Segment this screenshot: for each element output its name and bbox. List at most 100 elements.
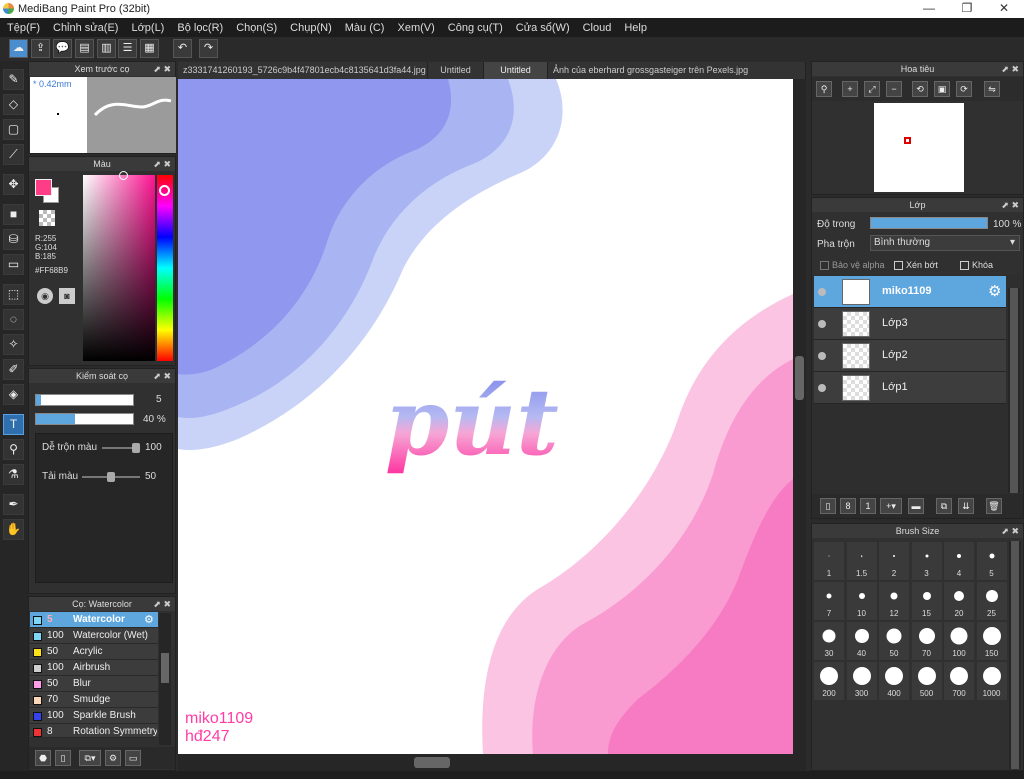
menu-cloud[interactable]: Cloud bbox=[583, 22, 612, 34]
brush-size-option[interactable]: 700 bbox=[944, 662, 974, 700]
brush-size-option[interactable]: 7 bbox=[814, 582, 844, 620]
brush-tool-icon[interactable]: ✎ bbox=[3, 69, 24, 90]
brush-size-option[interactable]: 30 bbox=[814, 622, 844, 660]
brush-size-option[interactable]: 300 bbox=[846, 662, 877, 700]
reload-track[interactable] bbox=[82, 472, 140, 482]
operation-tool-icon[interactable]: ⚲ bbox=[3, 439, 24, 460]
new-halftone-layer-icon[interactable]: 8 bbox=[840, 498, 856, 514]
panel-close-icon[interactable]: ⬈ ✖ bbox=[153, 62, 171, 76]
brush-opacity-slider[interactable] bbox=[35, 413, 134, 425]
h-scroll-thumb[interactable] bbox=[414, 757, 450, 768]
brush-size-option[interactable]: 1.5 bbox=[846, 542, 877, 580]
layer-blend-select[interactable]: Bình thường ▾ bbox=[870, 235, 1020, 251]
brush-new-icon[interactable]: ▯ bbox=[55, 750, 71, 766]
brush-size-option[interactable]: 12 bbox=[879, 582, 909, 620]
text-tool-icon[interactable]: T bbox=[3, 414, 24, 435]
brush-size-option[interactable]: 1 bbox=[814, 542, 844, 580]
color-history-icon[interactable]: ◙ bbox=[59, 288, 75, 304]
canvas-vertical-scrollbar[interactable] bbox=[793, 79, 806, 754]
protect-alpha-checkbox[interactable] bbox=[820, 261, 829, 270]
brush-size-scroll-thumb[interactable] bbox=[1011, 541, 1019, 769]
zoom-out-icon[interactable]: − bbox=[886, 81, 902, 97]
select-pen-icon[interactable]: ✐ bbox=[3, 359, 24, 380]
blend-knob[interactable] bbox=[132, 443, 140, 453]
hand-tool-icon[interactable]: ✋ bbox=[3, 519, 24, 540]
brush-size-option[interactable]: 70 bbox=[911, 622, 942, 660]
add-layer-menu-icon[interactable]: +▾ bbox=[880, 498, 902, 514]
maximize-button[interactable]: ❐ bbox=[950, 1, 984, 17]
rotate-right-icon[interactable]: ⟳ bbox=[956, 81, 972, 97]
brush-size-option[interactable]: 100 bbox=[944, 622, 974, 660]
lasso-icon[interactable]: ◌ bbox=[3, 309, 24, 330]
saturation-cursor[interactable] bbox=[119, 171, 128, 180]
brush-item-sparkle[interactable]: 100 Sparkle Brush bbox=[30, 708, 158, 724]
reset-view-icon[interactable]: ▣ bbox=[934, 81, 950, 97]
brush-size-option[interactable]: 10 bbox=[846, 582, 877, 620]
brush-size-option[interactable]: 4 bbox=[944, 542, 974, 580]
layer-row-lop1[interactable]: Lớp1 bbox=[814, 372, 1006, 404]
eye-icon[interactable] bbox=[818, 384, 826, 392]
brush-size-scrollbar[interactable] bbox=[1009, 541, 1021, 769]
fit-icon[interactable]: ⤢ bbox=[864, 81, 880, 97]
brush-item-watercolor[interactable]: 5 Watercolor ⚙ bbox=[30, 612, 158, 628]
brush-add-icon[interactable]: ⬣ bbox=[35, 750, 51, 766]
panel-close-icon[interactable]: ⬈ ✖ bbox=[1001, 198, 1019, 212]
layer-opacity-slider[interactable] bbox=[870, 217, 988, 229]
brush-item-watercolor-wet[interactable]: 100 Watercolor (Wet) bbox=[30, 628, 158, 644]
hue-cursor[interactable] bbox=[159, 185, 170, 196]
speech-bubble-icon[interactable]: 💬 bbox=[53, 39, 72, 58]
brush-size-option[interactable]: 1000 bbox=[976, 662, 1007, 700]
delete-layer-icon[interactable]: 🗑 bbox=[986, 498, 1002, 514]
layer-folder-icon[interactable]: ▬ bbox=[908, 498, 924, 514]
brush-size-option[interactable]: 500 bbox=[911, 662, 942, 700]
layer-row-lop3[interactable]: Lớp3 bbox=[814, 308, 1006, 340]
brush-item-acrylic[interactable]: 50 Acrylic bbox=[30, 644, 158, 660]
merge-layer-icon[interactable]: ⇊ bbox=[958, 498, 974, 514]
brush-item-smudge[interactable]: 70 Smudge bbox=[30, 692, 158, 708]
menu-tools[interactable]: Công cụ(T) bbox=[448, 22, 503, 34]
grid-icon[interactable]: ▦ bbox=[140, 39, 159, 58]
gradient-tool-icon[interactable]: ▭ bbox=[3, 254, 24, 275]
new-1bit-layer-icon[interactable]: 1 bbox=[860, 498, 876, 514]
menu-select[interactable]: Chọn(S) bbox=[236, 22, 277, 34]
zoom-in-icon[interactable]: + bbox=[842, 81, 858, 97]
brush-size-option[interactable]: 400 bbox=[879, 662, 909, 700]
tab-untitled-1[interactable]: Untitled bbox=[428, 62, 484, 79]
brush-item-blur[interactable]: 50 Blur bbox=[30, 676, 158, 692]
dropper-icon[interactable]: ⚗ bbox=[3, 464, 24, 485]
canvas-horizontal-scrollbar[interactable] bbox=[178, 754, 806, 771]
bucket-tool-icon[interactable]: ⛁ bbox=[3, 229, 24, 250]
fill-rect-tool-icon[interactable]: ■ bbox=[3, 204, 24, 225]
brush-size-option[interactable]: 3 bbox=[911, 542, 942, 580]
panel-icon[interactable]: ▥ bbox=[97, 39, 116, 58]
menu-filter[interactable]: Bộ lọc(R) bbox=[177, 22, 223, 34]
share-icon[interactable]: ⇪ bbox=[31, 39, 50, 58]
eraser-tool-icon[interactable]: ◇ bbox=[3, 94, 24, 115]
redo-icon[interactable]: ↷ bbox=[199, 39, 218, 58]
menu-window[interactable]: Cửa sổ(W) bbox=[516, 22, 570, 34]
layer-row-lop2[interactable]: Lớp2 bbox=[814, 340, 1006, 372]
comment-icon[interactable]: ▤ bbox=[75, 39, 94, 58]
menu-layer[interactable]: Lớp(L) bbox=[131, 22, 164, 34]
panel-close-icon[interactable]: ⬈ ✖ bbox=[1001, 524, 1019, 538]
brush-size-option[interactable]: 5 bbox=[976, 542, 1007, 580]
eye-icon[interactable] bbox=[818, 320, 826, 328]
menu-help[interactable]: Help bbox=[624, 22, 647, 34]
new-layer-icon[interactable]: ▯ bbox=[820, 498, 836, 514]
brush-list-scroll-thumb[interactable] bbox=[161, 653, 169, 683]
brush-size-option[interactable]: 200 bbox=[814, 662, 844, 700]
navigator-preview[interactable] bbox=[874, 103, 964, 192]
panel-close-icon[interactable]: ⬈ ✖ bbox=[1001, 62, 1019, 76]
hue-slider[interactable] bbox=[157, 175, 173, 361]
eye-icon[interactable] bbox=[818, 288, 826, 296]
brush-size-option[interactable]: 50 bbox=[879, 622, 909, 660]
menu-edit[interactable]: Chỉnh sửa(E) bbox=[53, 22, 118, 34]
tab-pexels-file[interactable]: Ảnh của eberhard grossgasteiger trên Pex… bbox=[548, 62, 806, 79]
tab-jpg-file[interactable]: z3331741260193_5726c9b4f47801ecb4c813564… bbox=[178, 62, 428, 79]
transparent-color-swatch[interactable] bbox=[39, 210, 55, 226]
v-scroll-thumb[interactable] bbox=[795, 356, 804, 400]
panel-close-icon[interactable]: ⬈ ✖ bbox=[153, 597, 171, 611]
brush-size-option[interactable]: 15 bbox=[911, 582, 942, 620]
brush-item-rotation-symmetry[interactable]: 8 Rotation Symmetry bbox=[30, 724, 158, 738]
layer-row-miko1109[interactable]: miko1109 ⚙ bbox=[814, 276, 1006, 308]
